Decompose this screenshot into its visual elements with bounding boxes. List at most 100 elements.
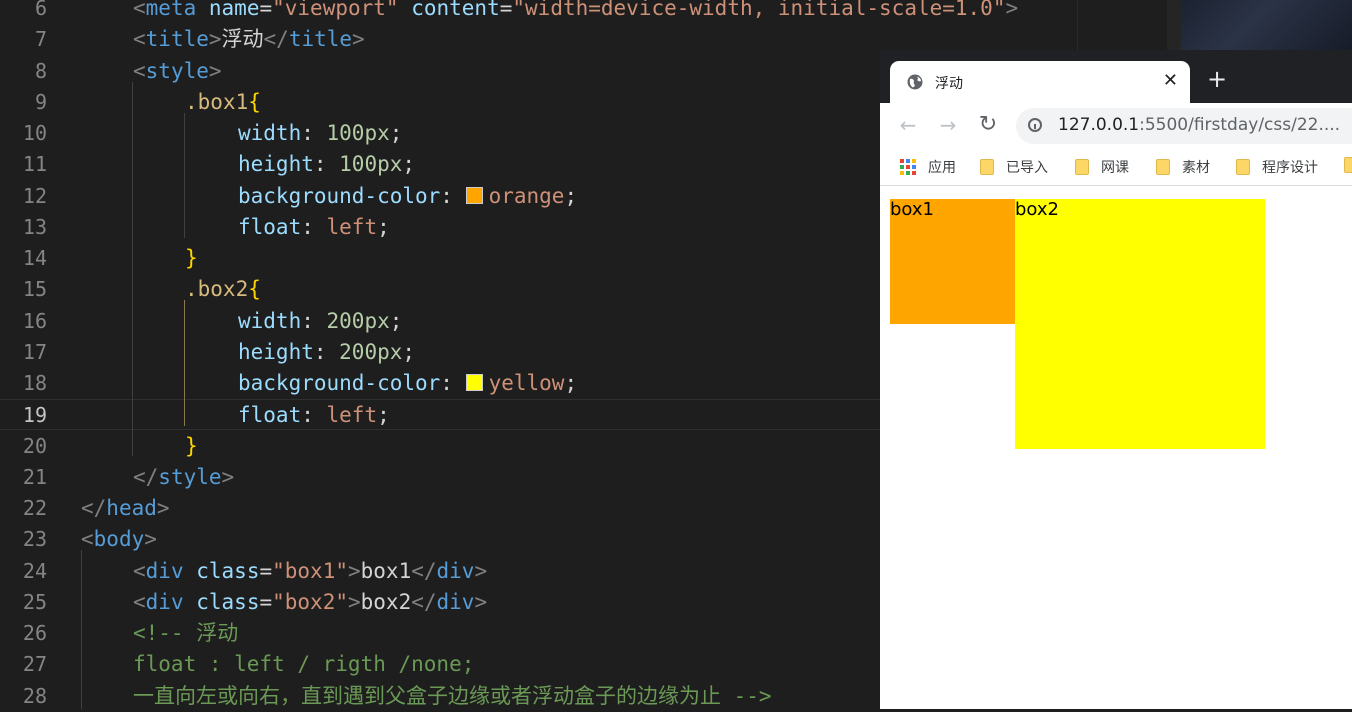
code-text: .box1{ — [185, 87, 261, 118]
code-text: width: 200px; — [238, 306, 402, 337]
code-token: .box1 — [185, 89, 249, 114]
code-token: meta — [145, 0, 197, 20]
code-text: width: 100px; — [238, 118, 402, 149]
url-host: 127.0.0.1 — [1058, 115, 1140, 135]
globe-icon — [907, 74, 923, 90]
code-token: orange — [488, 183, 565, 208]
color-swatch-icon[interactable] — [465, 374, 483, 391]
forward-arrow-icon[interactable]: → — [935, 112, 961, 138]
code-token: : — [440, 183, 466, 208]
browser-window: 浮动 ✕ + ← → ↻ 127.0.0.1:5500/firstday/css… — [880, 50, 1352, 709]
code-token: float : left / rigth /none; — [133, 652, 475, 677]
box2: box2 — [1015, 199, 1265, 449]
code-token: : — [301, 121, 327, 145]
code-text: float: left; — [238, 212, 390, 243]
bookmark-folder-programming[interactable]: 程序设计 — [1236, 157, 1318, 177]
code-token: 200px — [339, 339, 403, 364]
indent-guide — [81, 550, 82, 709]
code-token: } — [185, 246, 198, 270]
line-number: 15 — [22, 277, 47, 302]
browser-tab[interactable]: 浮动 ✕ — [890, 61, 1190, 103]
code-token: title — [145, 27, 209, 52]
code-line[interactable]: 21 </style> — [0, 462, 880, 493]
bookmark-label: 已导入 — [1006, 160, 1048, 176]
tab-title: 浮动 — [935, 76, 963, 92]
code-token: </ — [263, 27, 289, 52]
code-token: : — [313, 152, 340, 177]
bookmark-folder-courses[interactable]: 网课 — [1075, 157, 1129, 177]
code-line[interactable]: 23 <body> — [0, 524, 880, 555]
info-icon[interactable] — [1028, 118, 1042, 132]
line-number: 19 — [22, 403, 47, 428]
back-arrow-icon[interactable]: ← — [895, 112, 921, 138]
code-token: div — [145, 558, 184, 583]
code-line[interactable]: 22 </head> — [0, 493, 880, 524]
line-number: 10 — [22, 121, 47, 145]
code-token: ; — [389, 121, 403, 145]
code-text: float: left; — [238, 400, 390, 431]
line-number: 27 — [22, 652, 47, 677]
bookmark-folder-overflow[interactable] — [1344, 157, 1352, 174]
bookmark-folder-assets[interactable]: 素材 — [1156, 157, 1210, 177]
code-token: < — [133, 27, 146, 52]
code-text: </style> — [133, 462, 234, 493]
folder-icon — [980, 159, 994, 175]
folder-icon — [1156, 159, 1170, 175]
bookmarks-bar: 应用 已导入 网课 素材 程序设计 — [880, 148, 1352, 186]
code-line[interactable]: 7 <title>浮动</title> — [0, 24, 880, 55]
code-text: <style> — [133, 56, 222, 87]
line-number: 6 — [34, 0, 47, 20]
bookmark-folder-imported[interactable]: 已导入 — [980, 157, 1048, 177]
code-token: { — [248, 277, 261, 302]
indent-guide-active — [184, 300, 185, 426]
code-token: > — [1005, 0, 1019, 20]
code-text: height: 200px; — [238, 337, 415, 368]
code-token: : — [440, 371, 466, 395]
code-text: 一直向左或向右，直到遇到父盒子边缘或者浮动盒子的边缘为止 --> — [133, 681, 772, 712]
line-number: 21 — [22, 464, 47, 489]
code-token: > — [144, 527, 157, 552]
code-token: < — [133, 558, 146, 583]
code-token: < — [133, 0, 146, 20]
bookmark-label: 程序设计 — [1262, 160, 1318, 176]
code-token: > — [352, 27, 365, 52]
code-token: left — [326, 403, 378, 428]
code-line[interactable]: 25 <div class="box2">box2</div> — [0, 587, 880, 618]
folder-icon — [1344, 157, 1352, 173]
color-swatch-icon[interactable] — [465, 186, 483, 204]
code-token: float — [238, 403, 302, 428]
code-token: box1 — [360, 558, 412, 583]
indent-guide — [184, 113, 185, 238]
code-line[interactable]: 6 <meta name="viewport" content="width=de… — [0, 0, 1018, 24]
code-line[interactable]: 24 <div class="box1">box1</div> — [0, 556, 880, 587]
code-text: <div class="box2">box2</div> — [133, 587, 487, 618]
code-token: "viewport" — [272, 0, 399, 20]
code-token: class — [196, 558, 260, 583]
code-token: > — [474, 589, 488, 614]
code-token: ; — [377, 403, 390, 428]
line-number: 16 — [22, 308, 47, 333]
code-line[interactable]: 26 <!-- 浮动 — [0, 618, 880, 649]
code-token: float — [238, 214, 302, 239]
browser-toolbar: ← → ↻ 127.0.0.1:5500/firstday/css/22.... — [880, 103, 1352, 148]
code-line[interactable]: 28 一直向左或向右，直到遇到父盒子边缘或者浮动盒子的边缘为止 --> — [0, 681, 880, 712]
box1: box1 — [890, 199, 1015, 324]
close-icon[interactable]: ✕ — [1163, 70, 1178, 92]
reload-icon[interactable]: ↻ — [975, 112, 1001, 138]
line-number: 23 — [22, 527, 47, 552]
bookmark-label: 素材 — [1182, 160, 1210, 176]
address-bar[interactable]: 127.0.0.1:5500/firstday/css/22.... — [1016, 108, 1352, 144]
page-viewport: box1 box2 — [880, 186, 1352, 709]
code-line[interactable]: 27 float : left / rigth /none; — [0, 649, 880, 680]
code-token: } — [185, 433, 198, 458]
new-tab-button[interactable]: + — [1207, 67, 1227, 91]
code-text: <!-- 浮动 — [133, 618, 238, 649]
code-token: = — [259, 558, 273, 583]
code-token: </ — [411, 558, 437, 583]
bookmark-label: 应用 — [928, 160, 956, 176]
code-token: ; — [564, 183, 578, 208]
line-number: 13 — [22, 214, 47, 239]
code-token: "box1" — [272, 558, 348, 583]
line-number: 18 — [22, 371, 47, 395]
bookmark-apps[interactable]: 应用 — [900, 157, 956, 177]
